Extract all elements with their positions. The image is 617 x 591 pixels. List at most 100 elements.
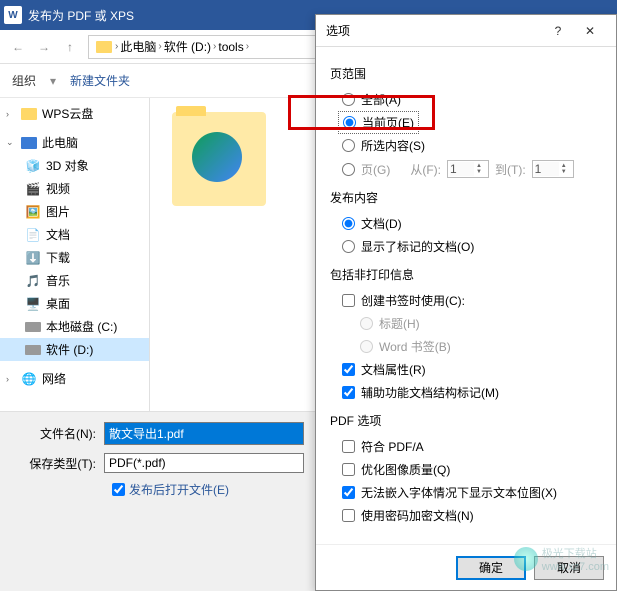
- filename-input[interactable]: 散文导出1.pdf: [104, 422, 304, 445]
- path-segment[interactable]: 此电脑: [120, 38, 156, 55]
- downloads-icon: ⬇️: [24, 250, 42, 266]
- expand-arrow-icon: ›: [6, 374, 16, 384]
- open-after-publish-checkbox[interactable]: [112, 483, 125, 496]
- page-range-selection-radio[interactable]: [342, 139, 355, 152]
- sidebar-item-drive-c[interactable]: 本地磁盘 (C:): [0, 315, 149, 338]
- new-folder-button[interactable]: 新建文件夹: [70, 72, 130, 89]
- page-range-current-radio[interactable]: [343, 116, 356, 129]
- sidebar-item-network[interactable]: › 🌐 网络: [0, 367, 149, 390]
- sidebar-item-music[interactable]: 🎵 音乐: [0, 269, 149, 292]
- sidebar-tree[interactable]: › WPS云盘 ⌄ 此电脑 🧊 3D 对象 🎬 视频 🖼️ 图片: [0, 98, 150, 411]
- encrypt-label: 使用密码加密文档(N): [361, 507, 474, 524]
- path-segment[interactable]: tools: [218, 40, 243, 54]
- filetype-select[interactable]: PDF(*.pdf): [104, 453, 304, 473]
- drive-icon: [24, 342, 42, 358]
- cancel-button[interactable]: 取消: [534, 556, 604, 580]
- page-to-spinner[interactable]: ▲▼: [532, 160, 574, 178]
- nav-forward-button[interactable]: →: [32, 35, 56, 59]
- filetype-label: 保存类型(T):: [14, 455, 104, 472]
- sidebar-item-label: 下载: [46, 249, 70, 266]
- spin-down-icon[interactable]: ▼: [559, 169, 569, 175]
- drive-icon: [24, 319, 42, 335]
- sidebar-item-label: 图片: [46, 203, 70, 220]
- encrypt-checkbox[interactable]: [342, 509, 355, 522]
- help-button[interactable]: ?: [542, 17, 574, 45]
- page-range-selection-label: 所选内容(S): [361, 137, 425, 154]
- page-from-spinner[interactable]: ▲▼: [447, 160, 489, 178]
- page-from-input[interactable]: [450, 162, 474, 176]
- page-range-current-label: 当前页(E): [362, 114, 414, 131]
- accessibility-label: 辅助功能文档结构标记(M): [361, 384, 499, 401]
- publish-markup-radio[interactable]: [342, 240, 355, 253]
- optimize-quality-checkbox[interactable]: [342, 463, 355, 476]
- options-dialog: 选项 ? ✕ 页范围 全部(A) 当前页(E) 所选内容(S) 页(G) 从(F…: [315, 14, 617, 591]
- filename-label: 文件名(N):: [14, 425, 104, 442]
- sidebar-item-downloads[interactable]: ⬇️ 下载: [0, 246, 149, 269]
- page-range-pages-label: 页(G): [361, 161, 390, 178]
- page-range-title: 页范围: [330, 65, 602, 82]
- pdfa-checkbox[interactable]: [342, 440, 355, 453]
- sidebar-item-label: WPS云盘: [42, 105, 93, 122]
- window-title: 发布为 PDF 或 XPS: [28, 7, 134, 24]
- doc-props-checkbox[interactable]: [342, 363, 355, 376]
- bookmark-word-radio: [360, 340, 373, 353]
- sidebar-item-3d-objects[interactable]: 🧊 3D 对象: [0, 154, 149, 177]
- chevron-icon: ›: [246, 41, 249, 52]
- publish-document-label: 文档(D): [361, 215, 402, 232]
- organize-button[interactable]: 组织: [12, 72, 36, 89]
- page-to-input[interactable]: [535, 162, 559, 176]
- page-range-all-radio[interactable]: [342, 93, 355, 106]
- sidebar-item-videos[interactable]: 🎬 视频: [0, 177, 149, 200]
- options-title: 选项: [326, 22, 542, 39]
- sidebar-item-label: 软件 (D:): [46, 341, 93, 358]
- doc-props-label: 文档属性(R): [361, 361, 426, 378]
- bitmap-text-label: 无法嵌入字体情况下显示文本位图(X): [361, 484, 557, 501]
- optimize-quality-label: 优化图像质量(Q): [361, 461, 450, 478]
- sidebar-item-label: 文档: [46, 226, 70, 243]
- open-after-publish-label: 发布后打开文件(E): [129, 481, 229, 498]
- page-from-label: 从(F):: [410, 161, 441, 178]
- edge-browser-icon: [192, 132, 242, 182]
- nav-back-button[interactable]: ←: [6, 35, 30, 59]
- path-segment[interactable]: 软件 (D:): [164, 38, 211, 55]
- docs-icon: 📄: [24, 227, 42, 243]
- bookmark-headings-label: 标题(H): [379, 315, 420, 332]
- network-icon: 🌐: [20, 371, 38, 387]
- bitmap-text-checkbox[interactable]: [342, 486, 355, 499]
- video-icon: 🎬: [24, 181, 42, 197]
- nav-up-button[interactable]: ↑: [58, 35, 82, 59]
- sidebar-item-label: 网络: [42, 370, 66, 387]
- publish-document-radio[interactable]: [342, 217, 355, 230]
- publish-markup-label: 显示了标记的文档(O): [361, 238, 474, 255]
- chevron-icon: ›: [213, 41, 216, 52]
- page-to-label: 到(T):: [495, 161, 526, 178]
- create-bookmarks-label: 创建书签时使用(C):: [361, 292, 465, 309]
- pc-icon: [20, 135, 38, 151]
- expand-arrow-icon: ›: [6, 109, 16, 119]
- spin-down-icon[interactable]: ▼: [474, 169, 484, 175]
- options-titlebar: 选项 ? ✕: [316, 15, 616, 47]
- word-app-icon: W: [4, 6, 22, 24]
- sidebar-item-wps-cloud[interactable]: › WPS云盘: [0, 102, 149, 125]
- sidebar-item-documents[interactable]: 📄 文档: [0, 223, 149, 246]
- expand-arrow-icon: ⌄: [6, 137, 16, 148]
- sidebar-item-this-pc[interactable]: ⌄ 此电脑: [0, 131, 149, 154]
- sidebar-item-label: 此电脑: [42, 134, 78, 151]
- chevron-icon: ›: [158, 41, 161, 52]
- sidebar-item-label: 3D 对象: [46, 157, 89, 174]
- sidebar-item-pictures[interactable]: 🖼️ 图片: [0, 200, 149, 223]
- folder-thumbnail[interactable]: [172, 112, 266, 206]
- page-range-pages-radio[interactable]: [342, 163, 355, 176]
- options-body: 页范围 全部(A) 当前页(E) 所选内容(S) 页(G) 从(F):: [316, 47, 616, 544]
- sidebar-item-label: 音乐: [46, 272, 70, 289]
- ok-button[interactable]: 确定: [456, 556, 526, 580]
- sidebar-item-desktop[interactable]: 🖥️ 桌面: [0, 292, 149, 315]
- music-icon: 🎵: [24, 273, 42, 289]
- sidebar-item-drive-d[interactable]: 软件 (D:): [0, 338, 149, 361]
- sidebar-item-label: 桌面: [46, 295, 70, 312]
- accessibility-checkbox[interactable]: [342, 386, 355, 399]
- create-bookmarks-checkbox[interactable]: [342, 294, 355, 307]
- desktop-icon: 🖥️: [24, 296, 42, 312]
- pdfa-label: 符合 PDF/A: [361, 438, 424, 455]
- close-button[interactable]: ✕: [574, 17, 606, 45]
